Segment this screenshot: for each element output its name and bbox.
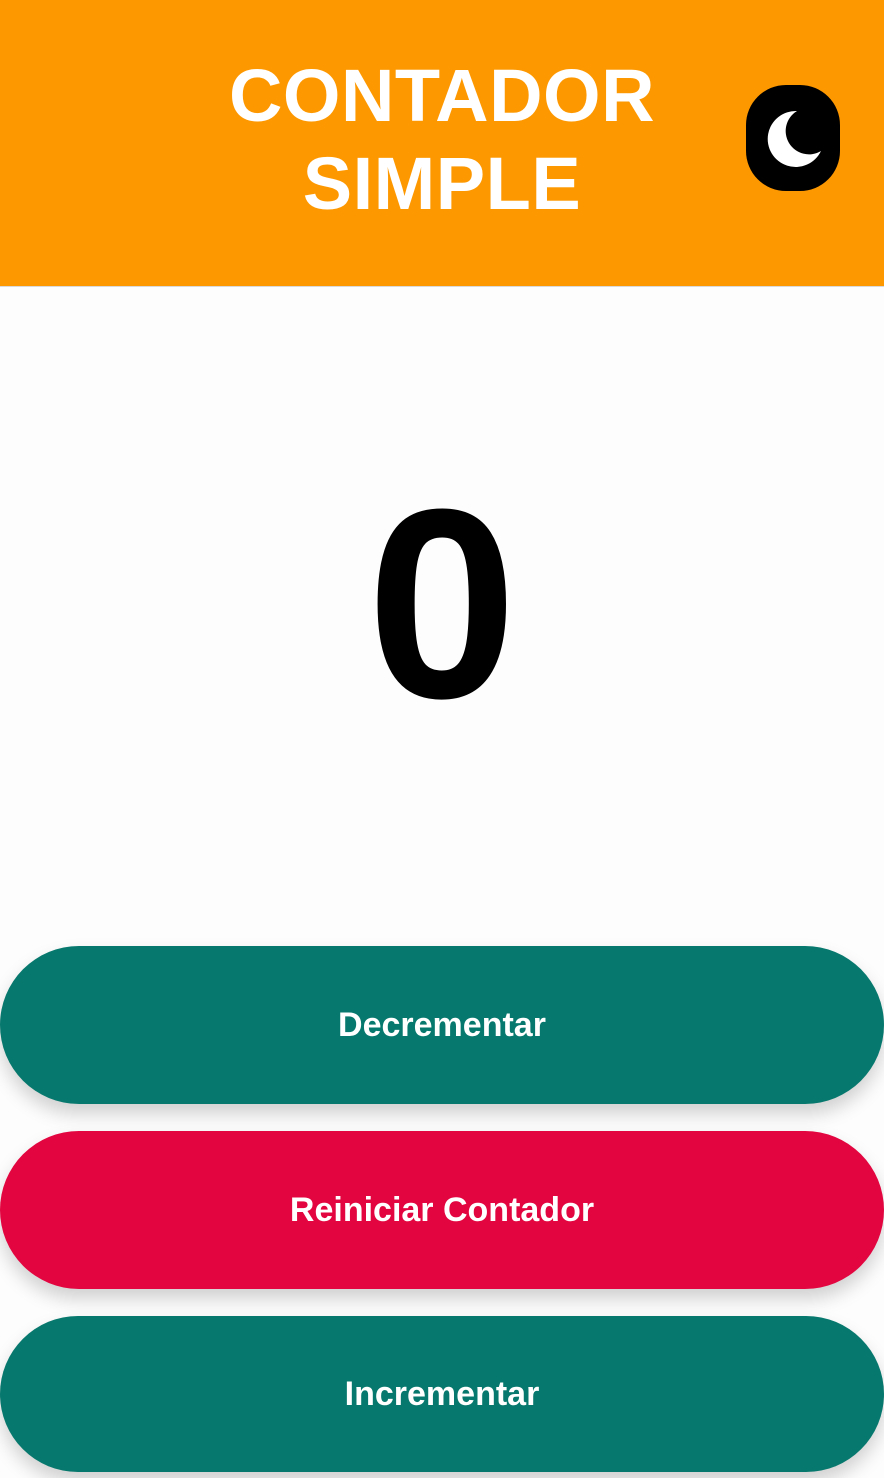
- decrement-button-label: Decrementar: [338, 1005, 546, 1044]
- reset-counter-button[interactable]: Reiniciar Contador: [0, 1131, 884, 1289]
- decrement-button[interactable]: Decrementar: [0, 946, 884, 1104]
- theme-toggle-button[interactable]: [746, 85, 840, 191]
- moon-icon: [767, 110, 821, 167]
- counter-value: 0: [366, 454, 518, 755]
- app-header: CONTADOR SIMPLE: [0, 0, 884, 287]
- increment-button-label: Incrementar: [344, 1374, 540, 1413]
- reset-counter-button-label: Reiniciar Contador: [289, 1190, 595, 1229]
- increment-button[interactable]: Incrementar: [0, 1316, 884, 1472]
